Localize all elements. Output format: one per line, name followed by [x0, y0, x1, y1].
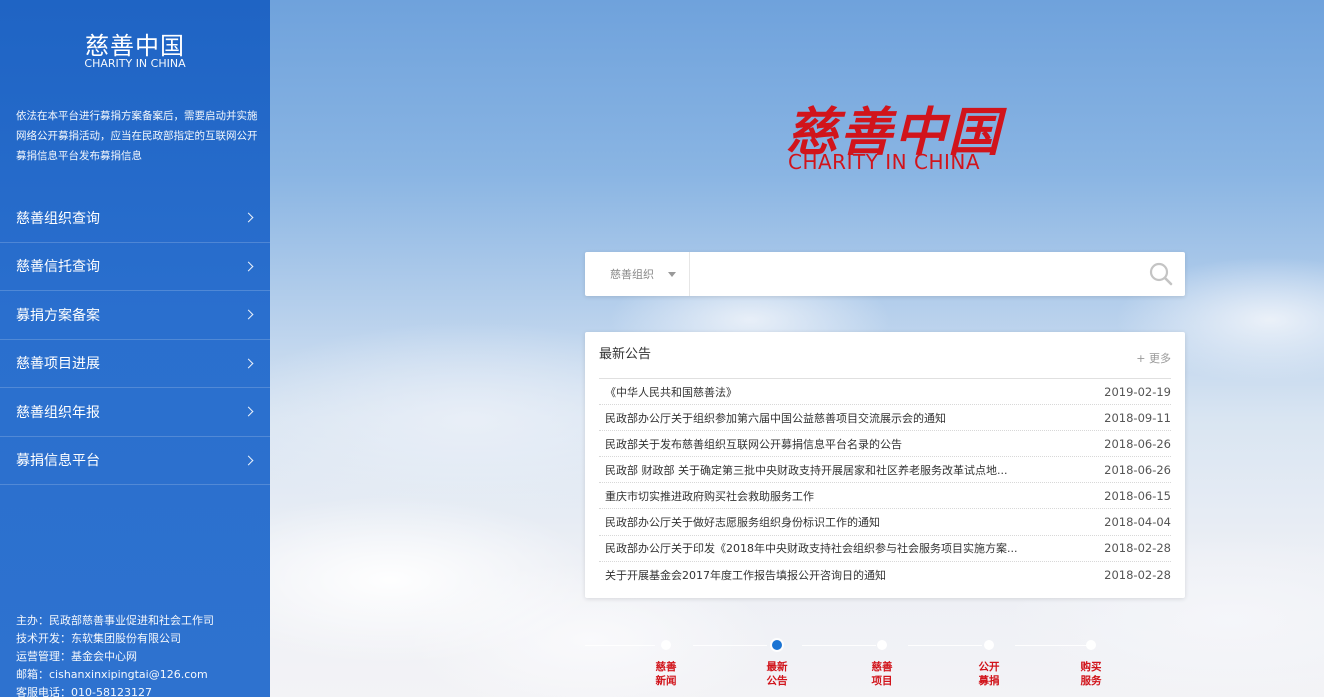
footer-phone: 客服电话：010-58123127	[16, 686, 152, 697]
caret-down-icon	[668, 271, 676, 277]
sidebar-intro: 依法在本平台进行募捐方案备案后，需要启动并实施网络公开募捐活动，应当在民政部指定…	[16, 110, 258, 162]
chevron-right-icon	[243, 358, 254, 369]
notice-item[interactable]: 民政部办公厅关于做好志愿服务组织身份标识工作的通知 2018-04-04	[599, 509, 1171, 536]
search-button[interactable]	[1137, 252, 1185, 296]
timeline-label-line: 新闻	[655, 675, 677, 687]
timeline-dot-charity-projects[interactable]	[877, 640, 887, 650]
search-category-value: 慈善组织	[610, 268, 654, 281]
sidebar: 慈善中国 CHARITY IN CHINA 依法在本平台进行募捐方案备案后，需要…	[0, 0, 270, 697]
search-category-select[interactable]: 慈善组织	[585, 252, 690, 296]
sidebar-item-charity-project-progress[interactable]: 慈善项目进展	[0, 340, 270, 388]
notice-item[interactable]: 民政部办公厅关于组织参加第六届中国公益慈善项目交流展示会的通知 2018-09-…	[599, 405, 1171, 432]
chevron-right-icon	[243, 309, 254, 320]
timeline-label-line: 项目	[871, 675, 893, 687]
sidebar-item-charity-org-query[interactable]: 慈善组织查询	[0, 194, 270, 243]
notice-item-title: 民政部办公厅关于印发《2018年中央财政支持社会组织参与社会服务项目实施方案..…	[605, 542, 1018, 556]
notice-item-date: 2018-04-04	[1104, 515, 1171, 530]
notice-item-date: 2018-06-26	[1104, 436, 1171, 451]
sidebar-item-label: 募捐信息平台	[16, 453, 100, 470]
timeline-label-line: 公开	[978, 661, 1000, 673]
notice-item[interactable]: 《中华人民共和国慈善法》 2019-02-19	[599, 379, 1171, 406]
sidebar-item-label: 募捐方案备案	[16, 307, 100, 324]
sidebar-nav: 慈善组织查询 慈善信托查询 募捐方案备案 慈善项目进展 慈善组织年报 募捐信息平…	[0, 194, 270, 485]
sidebar-brand-subtitle: CHARITY IN CHINA	[84, 57, 186, 70]
timeline-label-line: 慈善	[871, 661, 893, 673]
timeline-label-line: 募捐	[978, 675, 1000, 687]
chevron-right-icon	[243, 455, 254, 466]
sidebar-item-label: 慈善信托查询	[16, 259, 100, 276]
timeline-label-line: 公告	[766, 675, 788, 687]
notice-panel: 最新公告 + 更多 《中华人民共和国慈善法》 2019-02-19 民政部办公厅…	[585, 332, 1185, 598]
page: 慈善中国 CHARITY IN CHINA 依法在本平台进行募捐方案备案后，需要…	[0, 0, 1324, 697]
search-input[interactable]	[690, 252, 1137, 296]
notice-item-title: 重庆市切实推进政府购买社会救助服务工作	[605, 489, 814, 503]
site-logo-english: CHARITY IN CHINA	[788, 150, 981, 174]
timeline-line	[802, 644, 876, 646]
notice-title: 最新公告	[599, 347, 652, 362]
footer-host: 主办：民政部慈善事业促进和社会工作司	[16, 614, 214, 627]
notice-item-title: 民政部 财政部 关于确定第三批中央财政支持开展居家和社区养老服务改革试点地...	[605, 463, 1008, 477]
sidebar-item-fundraising-plan-filing[interactable]: 募捐方案备案	[0, 291, 270, 340]
footer-ops: 运营管理：基金会中心网	[16, 650, 137, 663]
chevron-right-icon	[243, 406, 254, 417]
sidebar-item-label: 慈善项目进展	[16, 356, 100, 373]
sidebar-item-charity-org-annual-report[interactable]: 慈善组织年报	[0, 388, 270, 437]
timeline-line	[1015, 644, 1089, 646]
notice-item-title: 《中华人民共和国慈善法》	[605, 385, 737, 399]
notice-item-date: 2018-02-28	[1104, 541, 1171, 556]
footer-tech: 技术开发：东软集团股份有限公司	[16, 632, 181, 645]
notice-item-date: 2019-02-19	[1104, 384, 1171, 399]
timeline-label-charity-projects[interactable]: 慈善 项目	[862, 660, 902, 688]
timeline-dot-public-fundraising[interactable]	[984, 640, 994, 650]
sidebar-item-charity-trust-query[interactable]: 慈善信托查询	[0, 243, 270, 291]
timeline-line	[585, 644, 655, 646]
timeline-label-purchase-service[interactable]: 购买 服务	[1071, 660, 1111, 688]
main-area: 慈善中国 CHARITY IN CHINA 慈善组织 最新公告 + 更多 《中华…	[270, 0, 1324, 697]
notice-item[interactable]: 民政部关于发布慈善组织互联网公开募捐信息平台名录的公告 2018-06-26	[599, 431, 1171, 458]
chevron-right-icon	[243, 261, 254, 272]
section-timeline: 慈善 新闻 最新 公告 慈善 项目 公开 募捐 购买 服务	[585, 636, 1185, 696]
sidebar-item-fundraising-info-platform[interactable]: 募捐信息平台	[0, 437, 270, 485]
timeline-label-line: 购买	[1080, 661, 1102, 673]
notice-more-link[interactable]: + 更多	[1136, 350, 1171, 366]
notice-item[interactable]: 民政部办公厅关于印发《2018年中央财政支持社会组织参与社会服务项目实施方案..…	[599, 536, 1171, 562]
notice-item-date: 2018-06-26	[1104, 462, 1171, 477]
notice-header: 最新公告 + 更多	[599, 332, 1171, 379]
timeline-line	[693, 644, 767, 646]
notice-item-date: 2018-02-28	[1104, 567, 1171, 582]
footer-email: 邮箱：cishanxinxipingtai@126.com	[16, 668, 208, 681]
sidebar-brand-title: 慈善中国	[85, 32, 185, 60]
sidebar-footer: 主办：民政部慈善事业促进和社会工作司 技术开发：东软集团股份有限公司 运营管理：…	[16, 612, 262, 697]
notice-item[interactable]: 关于开展基金会2017年度工作报告填报公开咨询日的通知 2018-02-28	[599, 562, 1171, 588]
timeline-dot-latest-notice[interactable]	[772, 640, 782, 650]
timeline-label-line: 服务	[1080, 675, 1102, 687]
timeline-label-line: 最新	[766, 661, 788, 673]
notice-item-title: 民政部关于发布慈善组织互联网公开募捐信息平台名录的公告	[605, 437, 902, 451]
notice-item-date: 2018-09-11	[1104, 410, 1171, 425]
notice-list: 《中华人民共和国慈善法》 2019-02-19 民政部办公厅关于组织参加第六届中…	[599, 379, 1171, 588]
sidebar-item-label: 慈善组织年报	[16, 404, 100, 421]
timeline-label-latest-notice[interactable]: 最新 公告	[757, 660, 797, 688]
timeline-label-public-fundraising[interactable]: 公开 募捐	[969, 660, 1009, 688]
notice-item[interactable]: 民政部 财政部 关于确定第三批中央财政支持开展居家和社区养老服务改革试点地...…	[599, 457, 1171, 484]
search-icon	[1149, 262, 1173, 286]
chevron-right-icon	[243, 212, 254, 223]
timeline-dot-purchase-service[interactable]	[1086, 640, 1096, 650]
sidebar-item-label: 慈善组织查询	[16, 210, 100, 227]
notice-item[interactable]: 重庆市切实推进政府购买社会救助服务工作 2018-06-15	[599, 483, 1171, 510]
notice-item-title: 民政部办公厅关于做好志愿服务组织身份标识工作的通知	[605, 516, 880, 530]
search-bar: 慈善组织	[585, 252, 1185, 296]
timeline-label-charity-news[interactable]: 慈善 新闻	[646, 660, 686, 688]
timeline-dot-charity-news[interactable]	[661, 640, 671, 650]
notice-item-date: 2018-06-15	[1104, 488, 1171, 503]
timeline-label-line: 慈善	[655, 661, 677, 673]
notice-item-title: 民政部办公厅关于组织参加第六届中国公益慈善项目交流展示会的通知	[605, 411, 946, 425]
notice-item-title: 关于开展基金会2017年度工作报告填报公开咨询日的通知	[605, 568, 886, 582]
timeline-line	[908, 644, 982, 646]
